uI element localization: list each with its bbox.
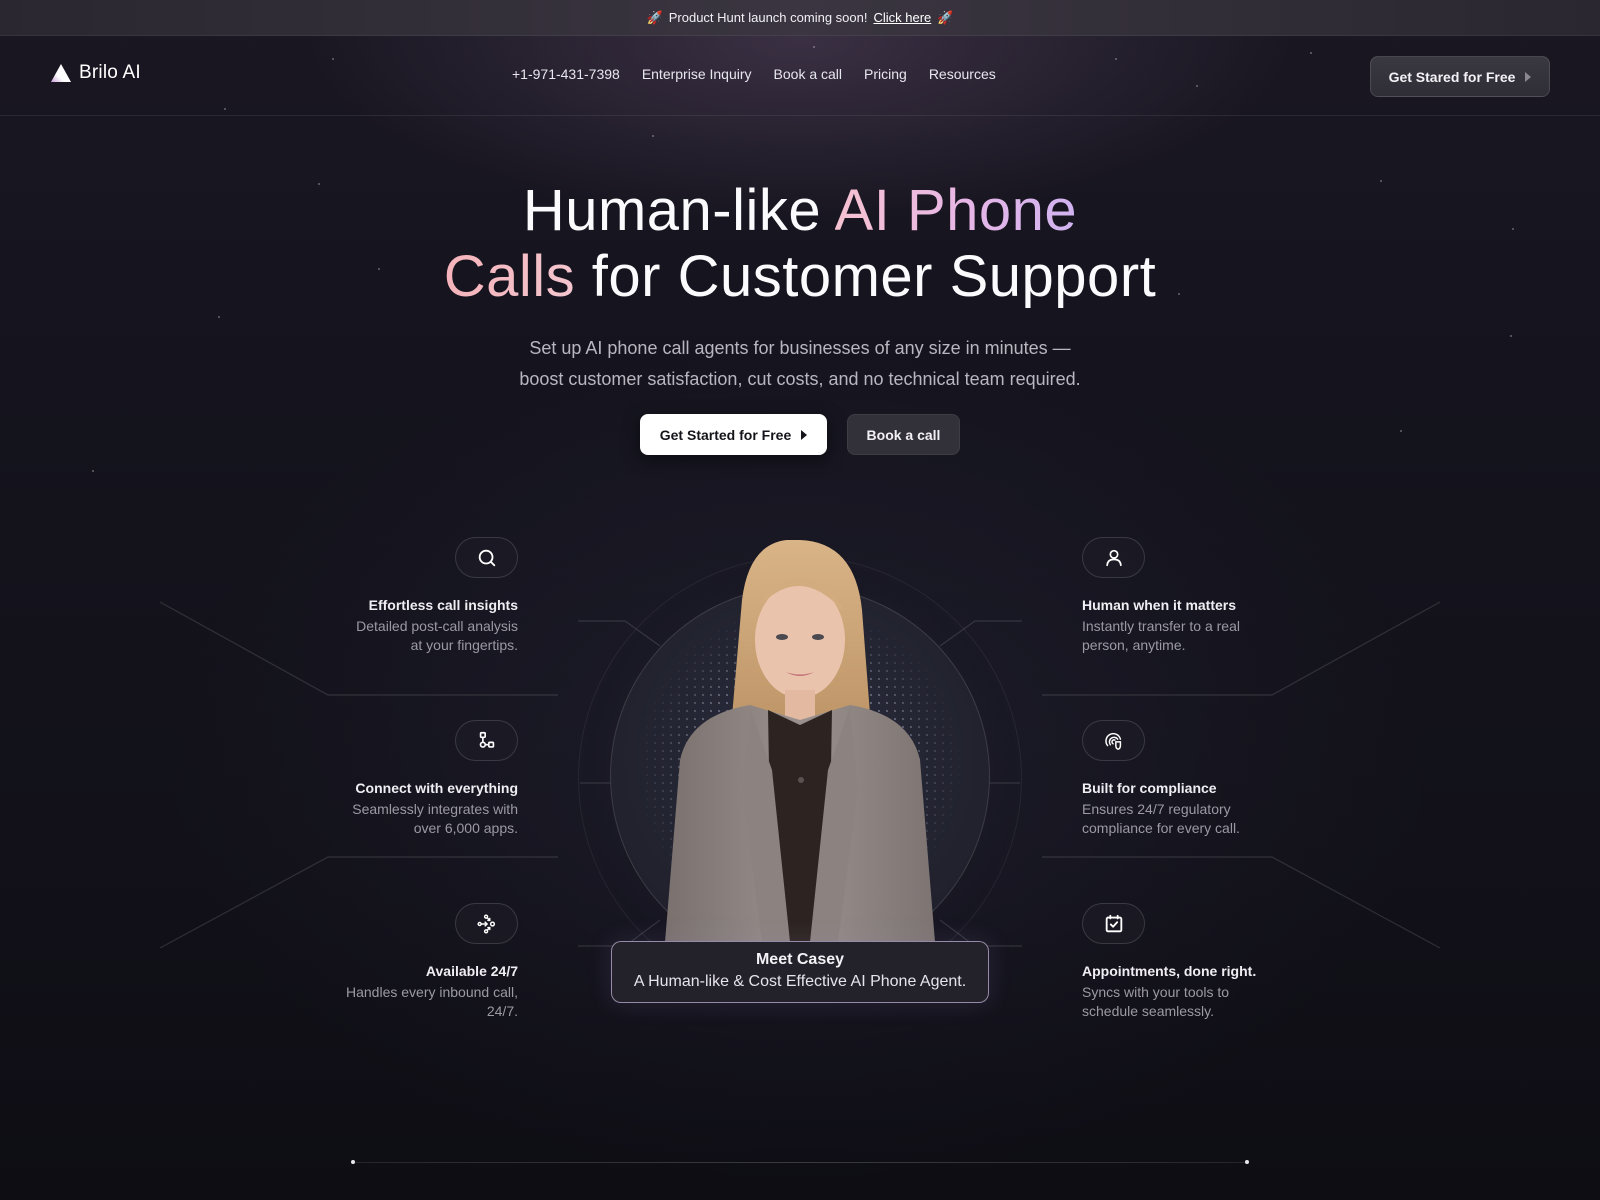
feature-desc-line: 24/7. [486, 1002, 518, 1019]
feature-description: Syncs with your tools to schedule seamle… [1082, 983, 1282, 1020]
calendar-check-icon [1105, 914, 1122, 932]
feature-description: Ensures 24/7 regulatory compliance for e… [1082, 800, 1282, 837]
nav-link-phone[interactable]: +1-971-431-7398 [512, 66, 620, 82]
feature-desc-line: Syncs with your tools to [1082, 984, 1230, 1000]
user-icon [1105, 549, 1122, 566]
rocket-icon: 🚀 [937, 9, 954, 25]
hero-title-highlight-calls: Calls [443, 244, 576, 309]
feature-title: Connect with everything [355, 780, 518, 796]
feature-icon-badge [1082, 903, 1145, 944]
feature-desc-line: Ensures 24/7 regulatory [1082, 801, 1231, 817]
feature-connect-everything: Connect with everything Seamlessly integ… [318, 720, 518, 837]
get-started-button[interactable]: Get Started for Free [640, 414, 827, 455]
hero-title-part1: Human-like [522, 178, 835, 243]
nav-link-pricing[interactable]: Pricing [864, 66, 907, 82]
rocket-icon: 🚀 [646, 9, 663, 25]
feature-title: Effortless call insights [368, 597, 518, 613]
hero-buttons: Get Started for Free Book a call [640, 414, 960, 455]
nav-link-book-a-call[interactable]: Book a call [774, 66, 842, 82]
feature-human-when-it-matters: Human when it matters Instantly transfer… [1082, 537, 1282, 654]
feature-appointments: Appointments, done right. Syncs with you… [1082, 903, 1282, 1020]
nav-link-resources[interactable]: Resources [929, 66, 996, 82]
feature-icon-badge [1082, 537, 1145, 578]
feature-call-insights: Effortless call insights Detailed post-c… [318, 537, 518, 654]
hero-title-highlight-ai-phone: AI Phone [834, 178, 1078, 243]
agent-intro-card: Meet Casey A Human-like & Cost Effective… [611, 941, 989, 1003]
integration-icon [479, 731, 494, 748]
feature-icon-badge [455, 903, 518, 944]
hero-subtitle-line-1: Set up AI phone call agents for business… [529, 338, 1071, 358]
brand-triangle-icon [51, 64, 71, 82]
brand-name: Brilo AI [79, 62, 141, 83]
divider-dot [1245, 1160, 1249, 1164]
search-icon [478, 549, 495, 566]
hero-title-part2: for Customer Support [575, 244, 1157, 309]
book-a-call-button[interactable]: Book a call [847, 414, 960, 455]
feature-description: Detailed post-call analysis at your fing… [318, 617, 518, 654]
agent-portrait [650, 540, 950, 942]
feature-desc-line: compliance for every call. [1082, 819, 1240, 836]
feature-built-for-compliance: Built for compliance Ensures 24/7 regula… [1082, 720, 1282, 837]
agent-illustration [665, 540, 935, 942]
hero-title: Human-like AI Phone Calls for Customer S… [0, 178, 1600, 310]
feature-title: Human when it matters [1082, 597, 1237, 613]
fingerprint-shield-icon [1104, 732, 1121, 750]
nav-links: +1-971-431-7398 Enterprise Inquiry Book … [512, 66, 996, 82]
feature-description: Instantly transfer to a real person, any… [1082, 617, 1282, 654]
nav-cta-label: Get Stared for Free [1388, 68, 1516, 85]
feature-desc-line: over 6,000 apps. [413, 819, 518, 836]
nav-link-enterprise-inquiry[interactable]: Enterprise Inquiry [642, 66, 752, 82]
feature-description: Seamlessly integrates with over 6,000 ap… [318, 800, 518, 837]
section-divider [352, 1162, 1248, 1163]
feature-desc-line: Seamlessly integrates with [352, 801, 518, 817]
hero-subtitle-line-2: boost customer satisfaction, cut costs, … [519, 369, 1081, 389]
feature-title: Appointments, done right. [1082, 963, 1257, 979]
get-started-label: Get Started for Free [659, 426, 792, 443]
feature-available-24-7: Available 24/7 Handles every inbound cal… [318, 903, 518, 1020]
feature-desc-line: schedule seamlessly. [1082, 1002, 1215, 1019]
announcement-bar: 🚀 Product Hunt launch coming soon! Click… [0, 0, 1600, 36]
feature-desc-line: Instantly transfer to a real [1082, 618, 1240, 634]
feature-desc-line: person, anytime. [1082, 636, 1186, 653]
brand-logo[interactable]: Brilo AI [50, 62, 141, 84]
feature-desc-line: Detailed post-call analysis [356, 618, 518, 634]
feature-desc-line: at your fingertips. [410, 636, 518, 653]
divider-dot [351, 1160, 355, 1164]
play-arrow-icon [1525, 71, 1532, 82]
feature-icon-badge [1082, 720, 1145, 761]
hero-subtitle: Set up AI phone call agents for business… [0, 333, 1600, 395]
announcement-link[interactable]: Click here [873, 10, 931, 25]
announcement-text: Product Hunt launch coming soon! [668, 10, 868, 25]
feature-desc-line: Handles every inbound call, [346, 984, 518, 1000]
feature-icon-badge [455, 537, 518, 578]
feature-title: Available 24/7 [425, 963, 518, 979]
routing-icon [476, 913, 495, 934]
agent-tagline: A Human-like & Cost Effective AI Phone A… [633, 973, 967, 990]
nav-get-started-button[interactable]: Get Stared for Free [1370, 56, 1550, 97]
agent-name: Meet Casey [755, 951, 845, 968]
play-arrow-icon [801, 429, 808, 440]
feature-description: Handles every inbound call, 24/7. [318, 983, 518, 1020]
feature-title: Built for compliance [1082, 780, 1217, 796]
top-navigation: Brilo AI +1-971-431-7398 Enterprise Inqu… [0, 36, 1600, 116]
feature-icon-badge [455, 720, 518, 761]
